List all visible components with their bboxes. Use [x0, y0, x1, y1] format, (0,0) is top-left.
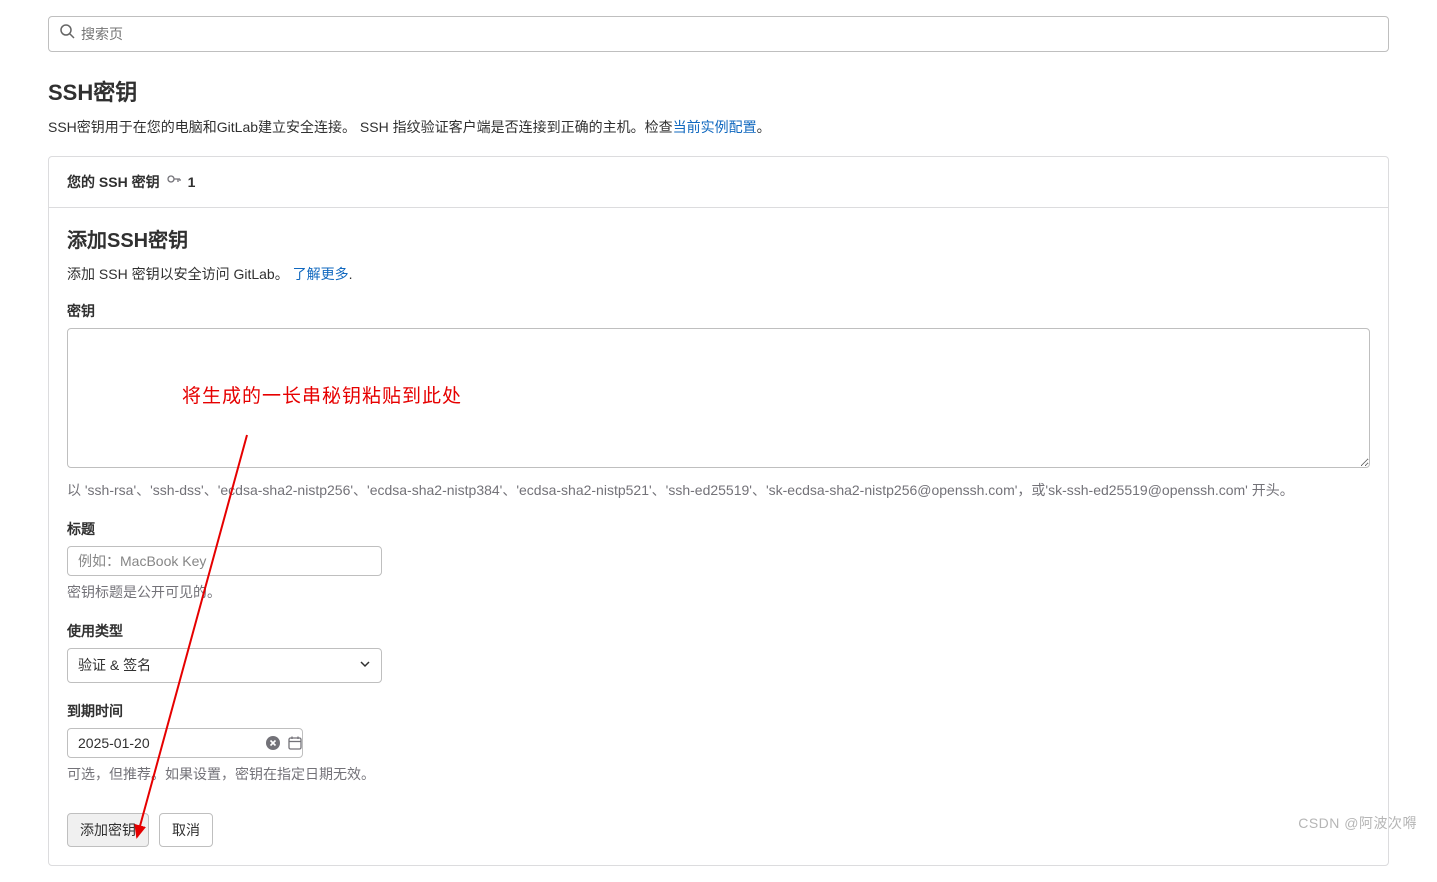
- expire-date-input[interactable]: [78, 735, 259, 751]
- learn-more-link[interactable]: 了解更多: [293, 266, 349, 282]
- expire-help-text: 可选，但推荐。如果设置，密钥在指定日期无效。: [67, 764, 1370, 785]
- ssh-keys-card: 您的 SSH 密钥 1 添加SSH密钥 添加 SSH 密钥以安全访问 GitLa…: [48, 156, 1389, 866]
- expire-field-label: 到期时间: [67, 701, 1370, 722]
- expire-group: 到期时间 可选，但推荐。如果设置，密钥在指定日期无效。: [67, 701, 1370, 785]
- title-help-text: 密钥标题是公开可见的。: [67, 582, 1370, 603]
- page-title: SSH密钥: [48, 76, 1389, 109]
- search-input[interactable]: [81, 26, 1378, 42]
- add-key-desc: 添加 SSH 密钥以安全访问 GitLab。 了解更多.: [67, 264, 1370, 285]
- clear-date-icon[interactable]: [265, 735, 281, 751]
- usage-select[interactable]: 验证 & 签名: [67, 648, 382, 683]
- watermark: CSDN @阿波次嘚: [1298, 813, 1417, 834]
- key-count: 1: [188, 172, 196, 193]
- title-field-label: 标题: [67, 519, 1370, 540]
- usage-field-label: 使用类型: [67, 621, 1370, 642]
- page-desc-after: 。: [757, 119, 771, 135]
- key-icon: [166, 171, 182, 193]
- title-input[interactable]: [67, 546, 382, 576]
- chevron-down-icon: [359, 655, 371, 676]
- expire-date-control[interactable]: [67, 728, 303, 758]
- usage-selected-value: 验证 & 签名: [78, 655, 151, 676]
- key-field-label: 密钥: [67, 301, 1370, 322]
- calendar-icon[interactable]: [287, 735, 303, 751]
- key-textarea-wrap: 将生成的一长串秘钥粘贴到此处: [67, 328, 1370, 474]
- cancel-button[interactable]: 取消: [159, 813, 213, 847]
- form-wrap: 密钥 将生成的一长串秘钥粘贴到此处 以 'ssh-rsa'、'ssh-dss'、…: [67, 301, 1370, 847]
- add-key-title: 添加SSH密钥: [67, 226, 1370, 256]
- instance-config-link[interactable]: 当前实例配置: [673, 119, 757, 135]
- key-help-text: 以 'ssh-rsa'、'ssh-dss'、'ecdsa-sha2-nistp2…: [67, 480, 1370, 501]
- search-bar[interactable]: [48, 16, 1389, 52]
- usage-group: 使用类型 验证 & 签名: [67, 621, 1370, 683]
- page-description: SSH密钥用于在您的电脑和GitLab建立安全连接。 SSH 指纹验证客户端是否…: [48, 117, 1389, 138]
- card-header: 您的 SSH 密钥 1: [49, 157, 1388, 208]
- card-body: 添加SSH密钥 添加 SSH 密钥以安全访问 GitLab。 了解更多. 密钥 …: [49, 208, 1388, 865]
- title-group: 标题 密钥标题是公开可见的。: [67, 519, 1370, 603]
- page-desc-text: SSH密钥用于在您的电脑和GitLab建立安全连接。 SSH 指纹验证客户端是否…: [48, 119, 673, 135]
- card-header-label: 您的 SSH 密钥: [67, 172, 160, 193]
- add-key-button[interactable]: 添加密钥: [67, 813, 149, 847]
- search-icon: [59, 23, 75, 45]
- add-key-desc-text: 添加 SSH 密钥以安全访问 GitLab。: [67, 266, 293, 282]
- button-row: 添加密钥 取消: [67, 813, 1370, 847]
- key-textarea[interactable]: [67, 328, 1370, 468]
- add-key-desc-after: .: [349, 266, 353, 282]
